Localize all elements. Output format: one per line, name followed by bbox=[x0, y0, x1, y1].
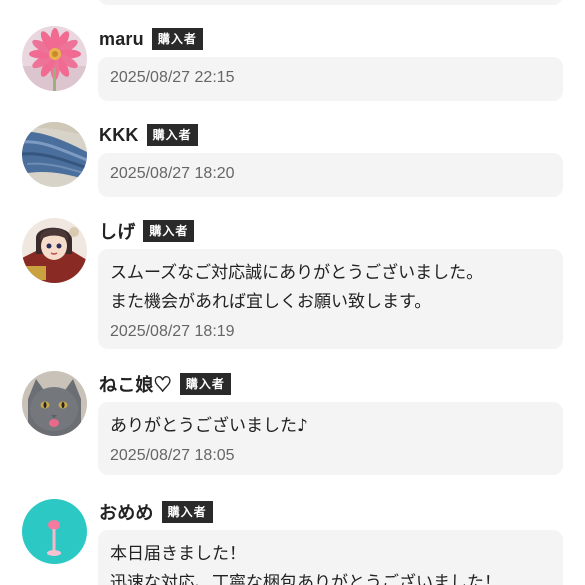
review-comment: ありがとうございました♪ bbox=[110, 416, 308, 436]
review-timestamp: 2025/08/27 22:15 bbox=[110, 69, 235, 86]
anime-character-icon bbox=[22, 218, 87, 283]
comment-bubble: 2025/08/27 18:20 bbox=[98, 153, 563, 197]
buyer-badge: 購入者 bbox=[179, 373, 231, 395]
user-header: KKK 購入者 bbox=[99, 122, 198, 148]
buyer-badge: 購入者 bbox=[143, 220, 195, 242]
buyer-badge: 購入者 bbox=[151, 28, 203, 50]
gray-cat-icon bbox=[22, 371, 87, 436]
user-avatar[interactable] bbox=[22, 218, 87, 283]
user-avatar[interactable] bbox=[22, 26, 87, 91]
comment-bubble: スムーズなご対応誠にありがとうございました。 また機会があれば宜しくお願い致しま… bbox=[98, 249, 563, 349]
buyer-badge: 購入者 bbox=[146, 124, 198, 146]
pink-gerbera-flower-icon bbox=[22, 26, 87, 91]
review-list: maru 購入者 2025/08/27 22:15 KKK 購入者 2025/0… bbox=[0, 0, 585, 585]
user-avatar[interactable] bbox=[22, 371, 87, 436]
review-comment: 本日届きました！ 迅速な対応、丁寧な梱包ありがとうございました！ bbox=[110, 544, 501, 585]
review-timestamp: 2025/08/27 18:05 bbox=[110, 447, 235, 464]
user-header: maru 購入者 bbox=[99, 26, 203, 52]
user-header: ねこ娘♡ 購入者 bbox=[99, 371, 231, 397]
user-name[interactable]: おめめ bbox=[99, 499, 154, 525]
user-name[interactable]: KKK bbox=[99, 125, 139, 146]
turquoise-pink-item-icon bbox=[22, 499, 87, 564]
review-comment: スムーズなご対応誠にありがとうございました。 また機会があれば宜しくお願い致しま… bbox=[110, 263, 484, 312]
user-name[interactable]: maru bbox=[99, 29, 144, 50]
user-header: おめめ 購入者 bbox=[99, 499, 213, 525]
blue-denim-fabric-icon bbox=[22, 122, 87, 187]
previous-review-bubble bbox=[98, 0, 563, 5]
buyer-badge: 購入者 bbox=[161, 501, 213, 523]
user-avatar[interactable] bbox=[22, 499, 87, 564]
user-header: しげ 購入者 bbox=[99, 218, 195, 244]
user-name[interactable]: ねこ娘♡ bbox=[99, 371, 172, 397]
user-name[interactable]: しげ bbox=[99, 218, 135, 244]
comment-bubble: 本日届きました！ 迅速な対応、丁寧な梱包ありがとうございました！ bbox=[98, 530, 563, 585]
user-avatar[interactable] bbox=[22, 122, 87, 187]
comment-bubble: ありがとうございました♪ 2025/08/27 18:05 bbox=[98, 402, 563, 475]
comment-bubble: 2025/08/27 22:15 bbox=[98, 57, 563, 101]
review-timestamp: 2025/08/27 18:19 bbox=[110, 323, 235, 340]
review-timestamp: 2025/08/27 18:20 bbox=[110, 165, 235, 182]
